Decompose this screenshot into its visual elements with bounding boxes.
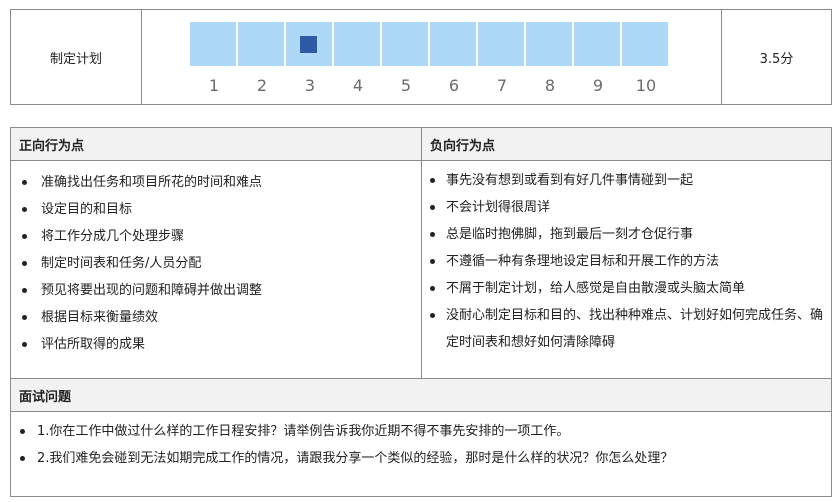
scale-segment <box>622 22 668 66</box>
scale-segment <box>286 22 332 66</box>
scale-number: 4 <box>352 76 364 95</box>
positive-list: 准确找出任务和项目所花的时间和难点 设定目的和目标 将工作分成几个处理步骤 制定时间表… <box>11 161 421 358</box>
rating-score: 3.5分 <box>759 51 794 67</box>
scale-segment <box>334 22 380 66</box>
scale-number: 6 <box>448 76 460 95</box>
negative-item: 不会计划得很周详 <box>422 194 831 221</box>
scale-number: 1 <box>208 76 220 95</box>
positive-item: 将工作分成几个处理步骤 <box>11 223 421 250</box>
positive-item: 评估所取得的成果 <box>11 331 421 358</box>
positive-item: 预见将要出现的问题和障碍并做出调整 <box>11 277 421 304</box>
scale-number: 10 <box>635 76 657 95</box>
scale-number: 8 <box>544 76 556 95</box>
positive-item: 根据目标来衡量绩效 <box>11 304 421 331</box>
scale-numbers: 1 2 3 4 5 6 7 8 9 10 <box>190 76 670 95</box>
question-item: 1.你在工作中做过什么样的工作日程安排？请举例告诉我你近期不得不事先安排的一项工… <box>11 418 831 445</box>
negative-column: 事先没有想到或看到有好几件事情碰到一起 不会计划得很周详 总是临时抱佛脚，拖到最后一… <box>422 161 831 378</box>
scale-segment <box>478 22 524 66</box>
questions-body: 1.你在工作中做过什么样的工作日程安排？请举例告诉我你近期不得不事先安排的一项工… <box>11 412 831 496</box>
scale-number: 5 <box>400 76 412 95</box>
negative-item: 不屑于制定计划，给人感觉是自由散漫或头脑太简单 <box>422 275 831 302</box>
negative-item: 总是临时抱佛脚，拖到最后一刻才仓促行事 <box>422 221 831 248</box>
scale-segment <box>526 22 572 66</box>
negative-item: 事先没有想到或看到有好几件事情碰到一起 <box>422 167 831 194</box>
scale-number: 7 <box>496 76 508 95</box>
scale-segment <box>574 22 620 66</box>
positive-header: 正向行为点 <box>11 128 422 160</box>
positive-item: 制定时间表和任务/人员分配 <box>11 250 421 277</box>
scale-segment <box>430 22 476 66</box>
rating-scale: 1 2 3 4 5 6 7 8 9 10 <box>142 10 722 104</box>
questions-list: 1.你在工作中做过什么样的工作日程安排？请举例告诉我你近期不得不事先安排的一项工… <box>11 412 831 472</box>
behavior-body-row: 准确找出任务和项目所花的时间和难点 设定目的和目标 将工作分成几个处理步骤 制定时间表… <box>11 161 831 379</box>
scale-segment <box>238 22 284 66</box>
scale-number: 2 <box>256 76 268 95</box>
negative-item: 不遵循一种有条理地设定目标和开展工作的方法 <box>422 248 831 275</box>
scale-segment <box>190 22 236 66</box>
positive-column: 准确找出任务和项目所花的时间和难点 设定目的和目标 将工作分成几个处理步骤 制定时间表… <box>11 161 422 378</box>
competency-label: 制定计划 <box>11 10 142 104</box>
positive-item: 设定目的和目标 <box>11 196 421 223</box>
score-marker <box>300 36 317 53</box>
negative-list: 事先没有想到或看到有好几件事情碰到一起 不会计划得很周详 总是临时抱佛脚，拖到最后一… <box>422 161 831 356</box>
positive-item: 准确找出任务和项目所花的时间和难点 <box>11 169 421 196</box>
scale-number: 3 <box>304 76 316 95</box>
scale-segment <box>382 22 428 66</box>
behavior-table: 正向行为点 负向行为点 准确找出任务和项目所花的时间和难点 设定目的和目标 将工作分… <box>10 127 832 497</box>
scale-number: 9 <box>592 76 604 95</box>
scale-segments <box>190 22 668 66</box>
negative-item: 没耐心制定目标和目的、找出种种难点、计划好如何完成任务、确定时间表和想好如何清除… <box>422 302 831 356</box>
behavior-header-row: 正向行为点 负向行为点 <box>11 128 831 161</box>
questions-header: 面试问题 <box>11 379 831 412</box>
rating-table: 制定计划 1 2 3 4 5 6 7 8 9 10 3.5分 <box>10 9 832 105</box>
question-item: 2.我们难免会碰到无法如期完成工作的情况，请跟我分享一个类似的经验，那时是什么样… <box>11 445 831 472</box>
negative-header: 负向行为点 <box>430 138 496 154</box>
